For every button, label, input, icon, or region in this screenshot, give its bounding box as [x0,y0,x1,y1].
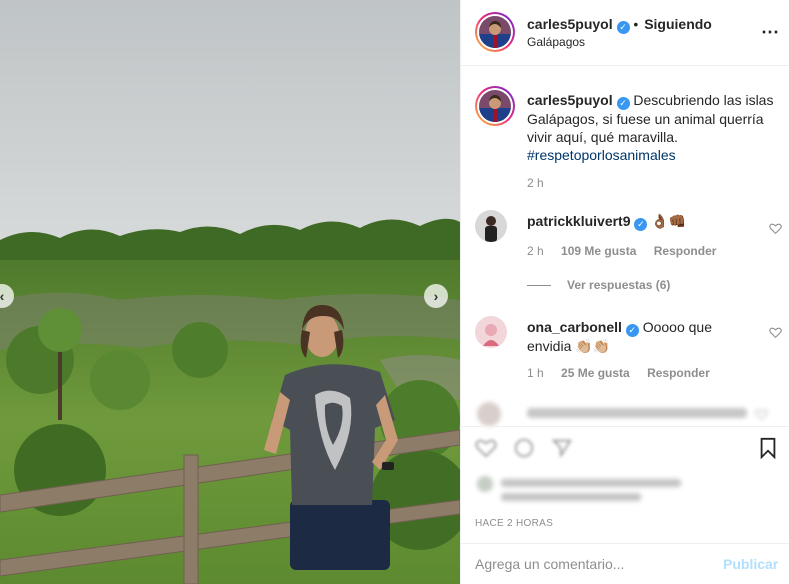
view-replies-button[interactable]: Ver respuestas (6) [527,278,670,292]
comment-meta: 2 h 109 Me gusta Responder [527,244,730,258]
caption-username[interactable]: carles5puyol [527,92,613,108]
publish-button[interactable]: Publicar [723,556,778,572]
comment-icon[interactable] [513,437,535,459]
share-icon[interactable] [551,437,573,459]
heart-icon[interactable] [769,222,782,235]
action-bar [461,426,789,466]
heart-icon[interactable] [755,408,768,421]
header-user-line: carles5puyol ✓ • Siguiendo [527,16,712,34]
view-replies-label: Ver respuestas (6) [567,278,671,292]
blurred-likes-shape [477,476,681,501]
comment-text-block: ona_carbonell ✓ Ooooo que envidia 👏🏼👏🏼 [527,318,752,355]
comment-input[interactable] [475,556,705,572]
blurred-likes-summary [475,474,695,504]
more-options-icon[interactable]: ⋯ [761,22,780,43]
caption-time: 2 h [527,176,544,190]
post-side-panel: carles5puyol ✓ • Siguiendo Galápagos ⋯ c… [460,0,789,584]
following-button[interactable]: Siguiendo [644,16,712,32]
save-bookmark-icon[interactable] [757,437,779,459]
avatar-image-icon [479,90,511,122]
add-comment-bar: Publicar [461,543,789,584]
reply-button[interactable]: Responder [647,366,710,380]
comment-body: 👌🏾👊🏾 [651,213,687,229]
chevron-left-icon: ‹ [0,288,5,304]
post-photo[interactable]: ‹ › [0,0,460,584]
divider-line [527,284,551,286]
verified-badge-icon: ✓ [616,97,630,110]
comment-avatar[interactable] [475,316,507,348]
comment-likes[interactable]: 109 Me gusta [561,244,636,258]
verified-badge-icon: ✓ [625,324,639,337]
comment-time: 1 h [527,366,544,380]
caption-avatar[interactable] [475,86,515,126]
like-icon[interactable] [475,437,497,459]
comment-username[interactable]: ona_carbonell [527,319,622,335]
reply-button[interactable]: Responder [654,244,717,258]
comment-time: 2 h [527,244,544,258]
comment-username[interactable]: patrickkluivert9 [527,213,631,229]
heart-icon[interactable] [769,326,782,339]
blurred-comment [475,402,780,426]
post-timestamp: HACE 2 HORAS [475,518,554,529]
header-username[interactable]: carles5puyol [527,16,613,32]
photo-scene [0,0,460,584]
comment-text-block: patrickkluivert9 ✓ 👌🏾👊🏾 [527,212,752,231]
comment-meta: 1 h 25 Me gusta Responder [527,366,724,380]
location-link[interactable]: Galápagos [527,35,585,49]
avatar-image-icon [475,210,507,242]
chevron-right-icon: › [433,288,439,304]
avatar-image-icon [475,316,507,348]
avatar-image-icon [479,16,511,48]
caption-hashtag[interactable]: #respetoporlosanimales [527,147,676,163]
caption-text-block: carles5puyol ✓ Descubriendo las islas Ga… [527,91,789,164]
comment-likes[interactable]: 25 Me gusta [561,366,630,380]
follow-separator: • [633,16,639,32]
comment-avatar[interactable] [475,210,507,242]
next-photo-button[interactable]: › [424,284,448,308]
blurred-comment-shape [477,402,747,426]
verified-badge-icon: ✓ [616,21,630,34]
instagram-post: ‹ › carles5puyol ✓ • Siguiendo Galápagos… [0,0,789,584]
post-header: carles5puyol ✓ • Siguiendo Galápagos ⋯ [461,0,789,66]
author-avatar[interactable] [475,12,515,52]
verified-badge-icon: ✓ [634,218,648,231]
